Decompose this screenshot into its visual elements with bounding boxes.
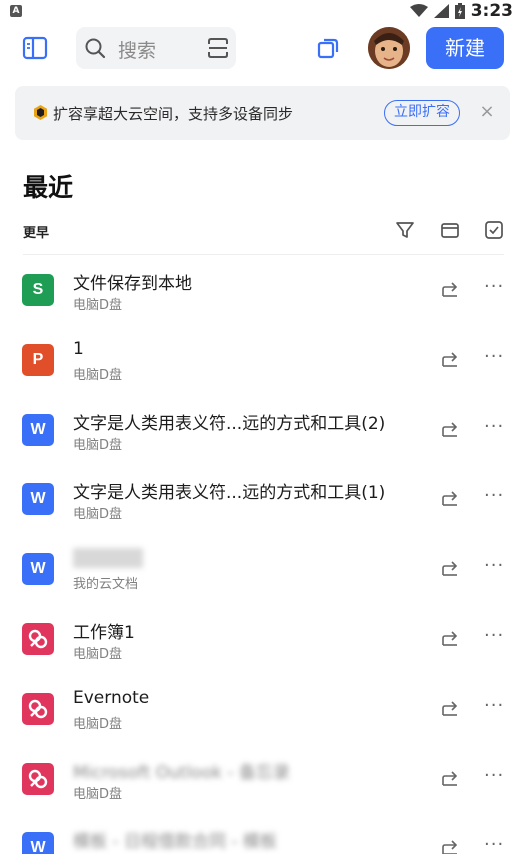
page-title: 最近: [23, 173, 74, 202]
pdf-file-icon: [22, 762, 54, 795]
more-options-icon[interactable]: ···: [484, 346, 506, 367]
view-mode-icon[interactable]: [439, 219, 461, 241]
list-item[interactable]: W 模板 - 日程借款合同 - 模板 ···: [0, 813, 523, 854]
wifi-icon: [409, 4, 428, 17]
word-file-icon: W: [22, 413, 54, 446]
more-options-icon[interactable]: ···: [484, 556, 506, 576]
storage-banner: 扩容享超大云空间，支持多设备同步 立即扩容 ×: [15, 86, 510, 140]
more-options-icon[interactable]: ···: [484, 416, 506, 437]
more-options-icon[interactable]: ···: [484, 695, 506, 716]
share-icon[interactable]: [440, 558, 460, 578]
slide-file-icon: P: [22, 343, 54, 376]
top-bar: 搜索 新建: [0, 24, 523, 74]
sheet-file-icon: S: [22, 274, 54, 306]
file-location: 电脑D盘: [73, 786, 123, 802]
more-options-icon[interactable]: ···: [484, 835, 506, 854]
group-label: 更早: [23, 226, 50, 241]
share-icon[interactable]: [440, 488, 460, 508]
status-icons: 3:23: [409, 1, 513, 21]
file-name: [73, 548, 143, 573]
list-item[interactable]: W 文字是人类用表义符...远的方式和工具(1) 电脑D盘 ···: [0, 464, 523, 534]
banner-text: 扩容享超大云空间，支持多设备同步: [53, 105, 294, 123]
clock: 3:23: [470, 1, 513, 21]
file-location: 电脑D盘: [73, 507, 123, 523]
file-location: 电脑D盘: [73, 367, 123, 383]
file-location: 电脑D盘: [73, 437, 123, 453]
list-item[interactable]: W 文字是人类用表义符...远的方式和工具(2) 电脑D盘 ···: [0, 395, 523, 465]
sidebar-toggle-icon[interactable]: [22, 36, 48, 60]
share-icon[interactable]: [440, 279, 460, 299]
share-icon[interactable]: [440, 349, 460, 369]
word-file-icon: W: [22, 553, 54, 586]
more-options-icon[interactable]: ···: [484, 277, 506, 297]
file-name: 文字是人类用表义符...远的方式和工具(2): [73, 413, 386, 434]
signal-icon: [433, 4, 449, 18]
cloud-badge-icon: [34, 105, 47, 120]
file-name: Evernote: [73, 687, 150, 708]
more-options-icon[interactable]: ···: [484, 486, 506, 506]
multi-window-icon[interactable]: [316, 36, 340, 60]
close-icon[interactable]: ×: [477, 102, 497, 122]
file-location: 电脑D盘: [73, 646, 123, 662]
status-bar: A 3:23: [0, 0, 523, 24]
file-name: 文字是人类用表义符...远的方式和工具(1): [73, 483, 386, 504]
list-item[interactable]: Evernote 电脑D盘 ···: [0, 674, 523, 744]
file-name: 1: [73, 338, 84, 359]
filter-icon[interactable]: [394, 219, 416, 241]
file-name: 文件保存到本地: [73, 274, 192, 294]
list-item[interactable]: 工作簿1 电脑D盘 ···: [0, 604, 523, 674]
file-name: Microsoft Outlook - 备忘录: [73, 762, 290, 783]
search-icon: [85, 38, 106, 59]
share-icon[interactable]: [440, 768, 460, 788]
file-location: 我的云文档: [73, 577, 139, 593]
new-button[interactable]: 新建: [426, 27, 504, 69]
notification-icon: A: [10, 5, 22, 17]
list-item[interactable]: S 文件保存到本地电脑D盘 ···: [0, 255, 523, 325]
file-name: 工作簿1: [73, 622, 135, 643]
share-icon[interactable]: [440, 837, 460, 854]
file-location: 电脑D盘: [73, 716, 123, 732]
more-options-icon[interactable]: ···: [484, 625, 506, 646]
list-item[interactable]: Microsoft Outlook - 备忘录电脑D盘 ···: [0, 744, 523, 814]
battery-icon: [454, 3, 465, 19]
share-icon[interactable]: [440, 419, 460, 439]
pdf-file-icon: [22, 622, 54, 655]
list-item[interactable]: W 我的云文档 ···: [0, 534, 523, 604]
file-name: 模板 - 日程借款合同 - 模板: [73, 832, 277, 853]
list-item[interactable]: P 1 电脑D盘 ···: [0, 325, 523, 395]
avatar[interactable]: [368, 27, 410, 69]
word-file-icon: W: [22, 832, 54, 854]
more-options-icon[interactable]: ···: [484, 765, 506, 786]
scan-icon[interactable]: [206, 36, 230, 60]
expand-storage-button[interactable]: 立即扩容: [384, 100, 460, 126]
search-input[interactable]: 搜索: [76, 27, 236, 69]
search-placeholder: 搜索: [118, 40, 157, 62]
share-icon[interactable]: [440, 628, 460, 648]
avatar-image: [368, 27, 410, 69]
file-location: 电脑D盘: [73, 298, 123, 313]
word-file-icon: W: [22, 483, 54, 516]
pdf-file-icon: [22, 692, 54, 725]
share-icon[interactable]: [440, 698, 460, 718]
file-list: S 文件保存到本地电脑D盘 ··· P 1 电脑D盘 ··· W 文字是人类用表义符...远的方…: [0, 255, 523, 854]
multi-select-icon[interactable]: [483, 219, 505, 241]
